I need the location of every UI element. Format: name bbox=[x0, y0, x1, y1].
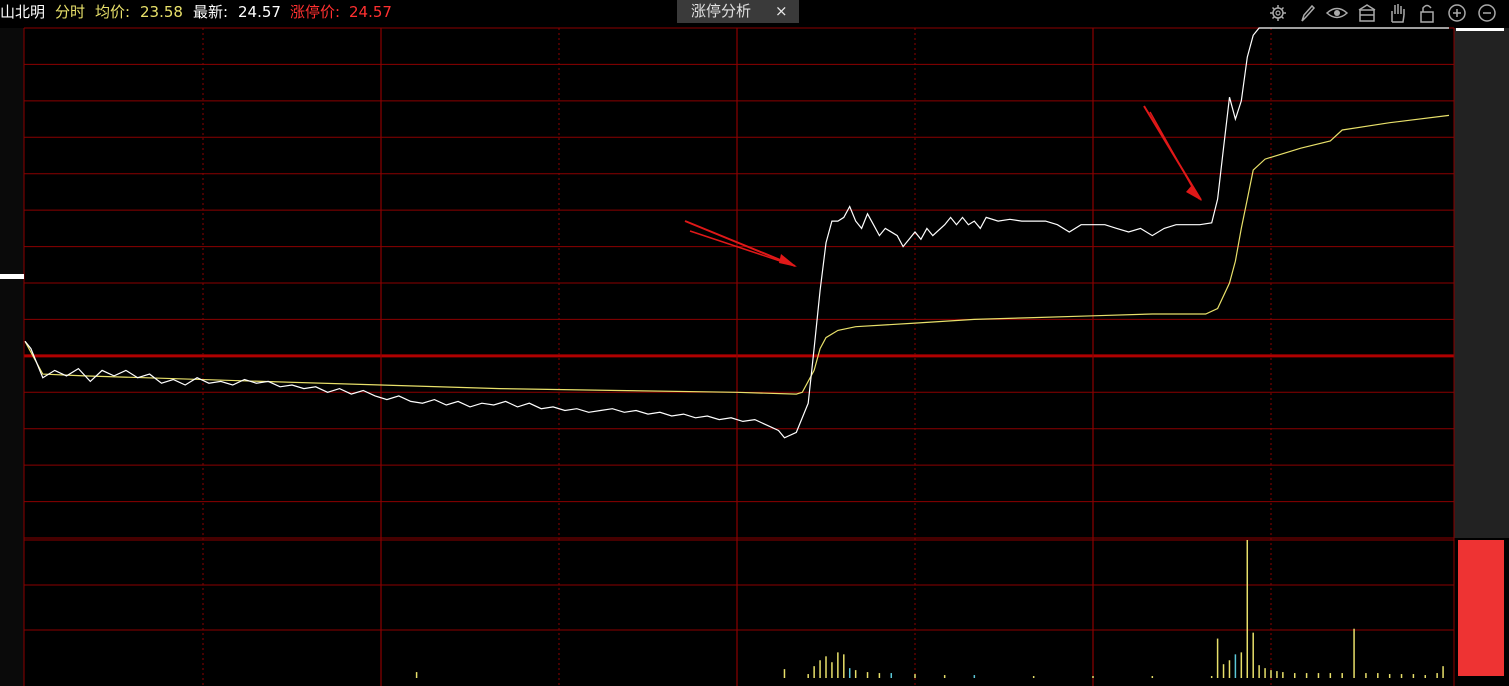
gear-icon[interactable] bbox=[1266, 2, 1290, 24]
tab-label: 涨停分析 bbox=[691, 2, 752, 20]
stock-name: 山北明 bbox=[0, 3, 46, 21]
tab-limit-up-analysis[interactable]: 涨停分析 × bbox=[677, 0, 799, 23]
volume-bars bbox=[415, 540, 1444, 678]
latest-price-label: 最新: bbox=[193, 3, 229, 21]
avg-price-label: 均价: bbox=[95, 3, 131, 21]
right-axis-panel bbox=[1453, 28, 1509, 686]
lock-icon[interactable] bbox=[1415, 2, 1439, 24]
arrow-annotation-2 bbox=[1143, 105, 1202, 201]
zoom-in-icon[interactable] bbox=[1445, 2, 1469, 24]
latest-price-value: 24.57 bbox=[238, 3, 281, 21]
avg-price-value: 23.58 bbox=[140, 3, 183, 21]
left-axis-panel bbox=[0, 28, 25, 686]
limit-price-label: 涨停价: bbox=[290, 3, 341, 21]
chart-grid bbox=[0, 27, 1509, 686]
annotation-arrows bbox=[684, 105, 1202, 267]
hand-icon[interactable] bbox=[1385, 2, 1409, 24]
limit-price-value: 24.57 bbox=[349, 3, 392, 21]
box-icon[interactable] bbox=[1355, 2, 1379, 24]
close-icon[interactable]: × bbox=[775, 0, 788, 23]
mode-label: 分时 bbox=[55, 3, 86, 21]
eye-icon[interactable] bbox=[1325, 2, 1349, 24]
zoom-out-icon[interactable] bbox=[1475, 2, 1499, 24]
intraday-chart[interactable] bbox=[0, 0, 1509, 686]
pen-icon[interactable] bbox=[1295, 2, 1319, 24]
arrow-annotation-1 bbox=[684, 220, 797, 267]
